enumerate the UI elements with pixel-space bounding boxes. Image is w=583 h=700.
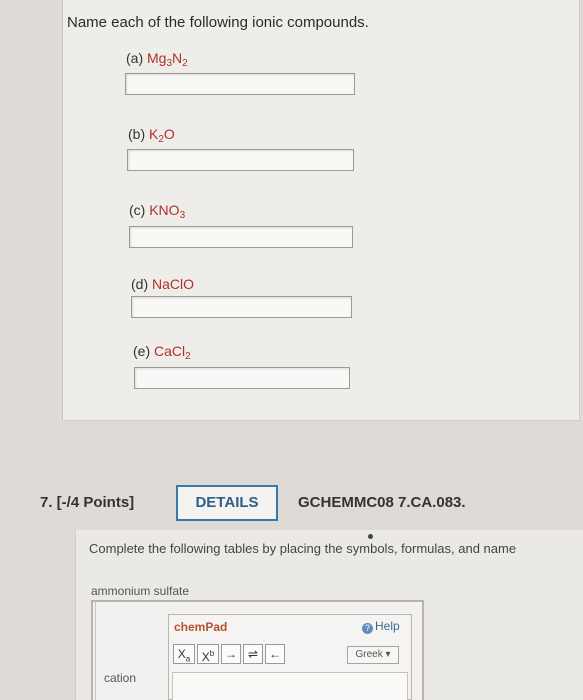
answer-b-input[interactable] (127, 149, 354, 171)
subscript-button[interactable]: Xa (173, 644, 195, 664)
question-instruction: Name each of the following ionic compoun… (67, 14, 369, 31)
answer-a-input[interactable] (125, 73, 355, 95)
equilibrium-button[interactable]: ⇌ (243, 644, 263, 664)
part-e-label: (e) CaCl2 (133, 343, 191, 362)
question-code: GCHEMMC08 7.CA.083. (298, 494, 466, 511)
formula-k2o: K2O (149, 126, 175, 145)
details-button[interactable]: DETAILS (176, 485, 278, 521)
answer-d-input[interactable] (131, 296, 352, 318)
part-d-label: (d) NaClO (131, 276, 195, 292)
formula-mg3n2: Mg3N2 (147, 50, 188, 69)
question-7-heading: 7. [-/4 Points] (40, 494, 135, 511)
table-divider (95, 602, 96, 700)
formula-kno3: KNO3 (149, 202, 186, 221)
part-c-label: (c) KNO3 (129, 202, 186, 221)
answer-c-input[interactable] (129, 226, 353, 248)
superscript-button[interactable]: Xb (197, 644, 219, 664)
answer-e-input[interactable] (134, 367, 350, 389)
chempad-title: chemPad (174, 620, 228, 634)
row-label-cation: cation (104, 671, 137, 685)
arrow-button[interactable]: → (221, 644, 241, 664)
part-a-label: (a) Mg3N2 (126, 50, 188, 69)
chempad-toolbar: Xa Xb → ⇌ ← (173, 644, 287, 664)
help-link[interactable]: ? Help (362, 619, 400, 634)
greek-dropdown[interactable]: Greek ▾ (347, 646, 399, 664)
part-b-label: (b) K2O (128, 126, 175, 145)
question-7-instruction: Complete the following tables by placing… (89, 541, 517, 556)
chempad-input[interactable] (172, 672, 408, 700)
compound-label: ammonium sulfate (91, 584, 190, 598)
formula-naclo: NaClO (152, 276, 195, 292)
back-arrow-button[interactable]: ← (265, 644, 285, 664)
help-icon: ? (362, 623, 373, 634)
cursor-dot (368, 534, 373, 539)
formula-cacl2: CaCl2 (154, 343, 191, 362)
